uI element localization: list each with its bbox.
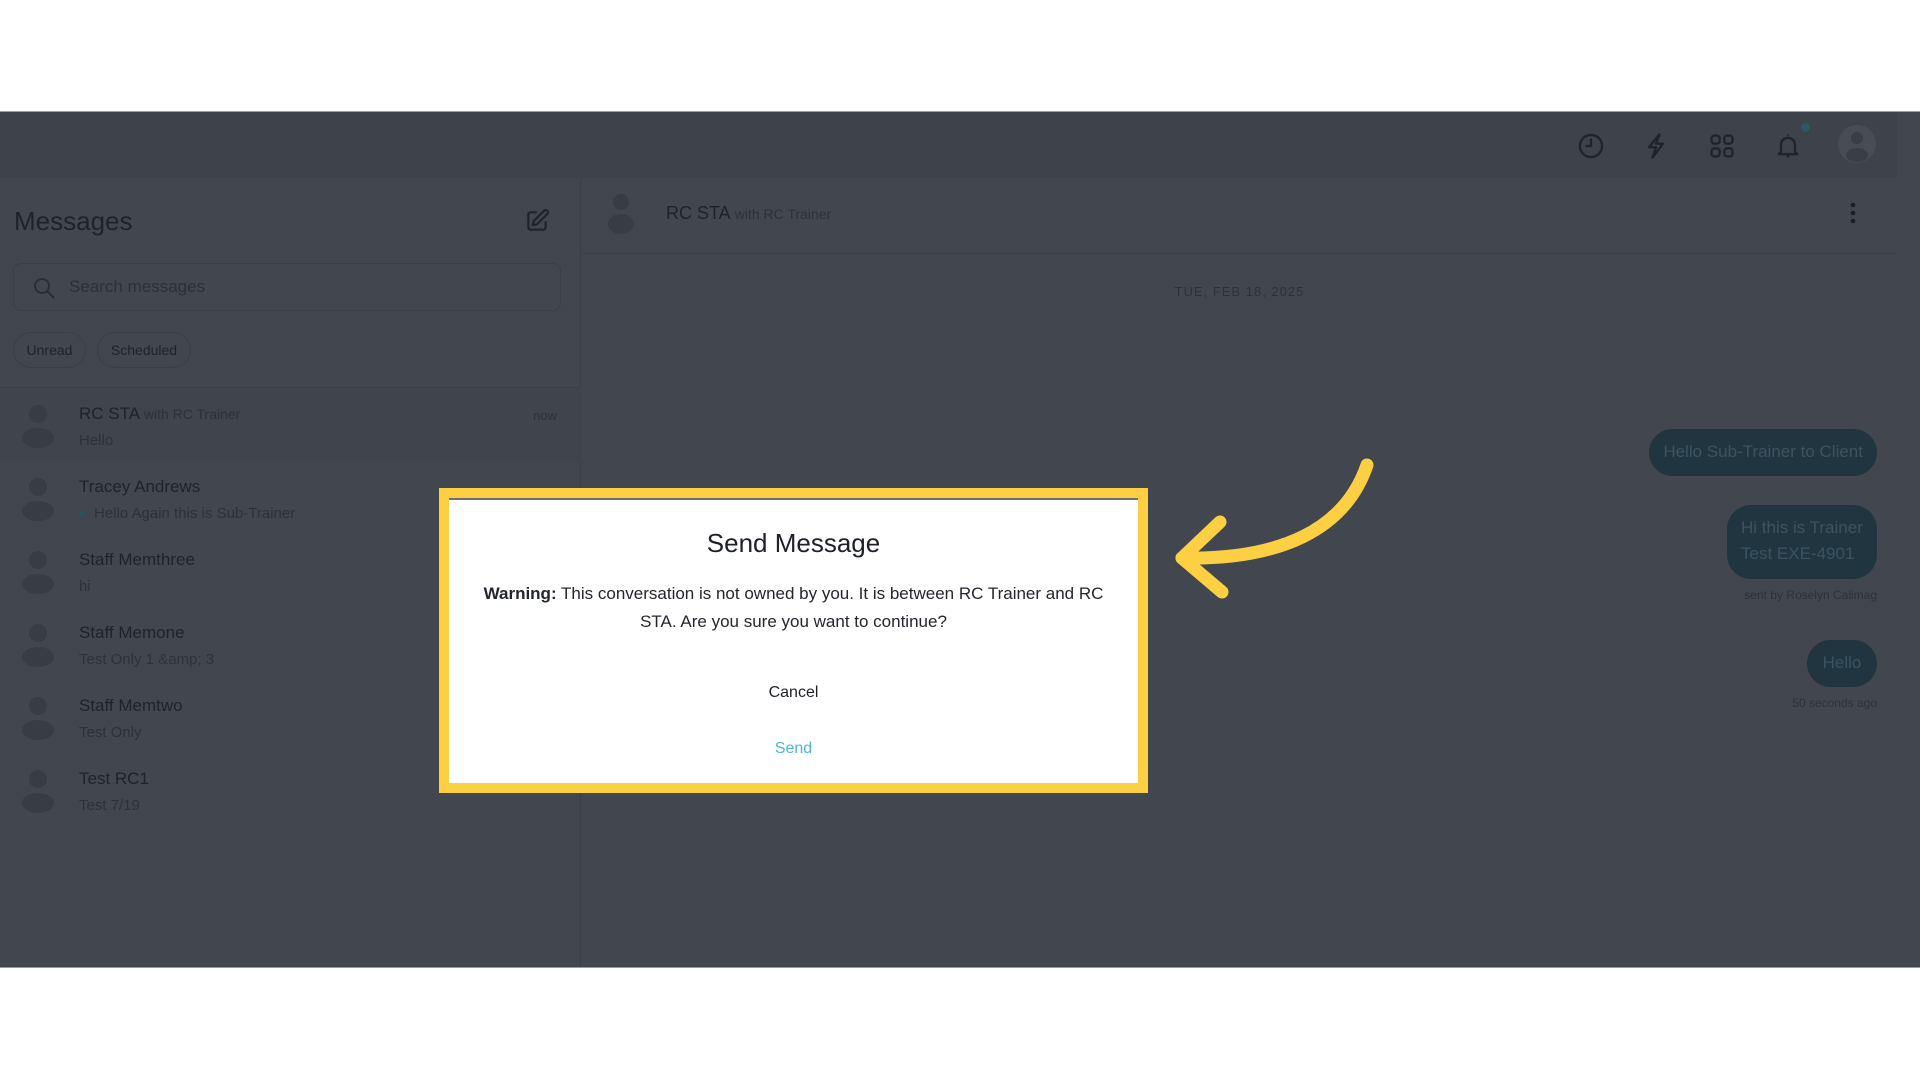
conversation-preview: Hello xyxy=(79,432,114,449)
conversation-name: Test RC1 xyxy=(79,769,149,788)
compose-icon[interactable] xyxy=(524,208,550,234)
arrow-shaft xyxy=(1175,458,1374,565)
conversation-preview: hi xyxy=(79,578,91,595)
conversation-name: Staff Memthree xyxy=(79,550,195,569)
conversation-preview: Test 7/19 xyxy=(79,797,140,814)
message-bubble: Hello Sub-Trainer to Client xyxy=(1649,429,1877,476)
chat-title: RC STA with RC Trainer xyxy=(666,203,832,223)
date-separator: TUE, FEB 18, 2025 xyxy=(1174,284,1305,299)
conversation-item[interactable]: RC STA with RC Trainer Hello now xyxy=(0,388,581,461)
message-bubble: Hello xyxy=(1807,640,1877,687)
notification-badge xyxy=(1801,123,1810,132)
dialog-top-border xyxy=(449,498,1138,500)
avatar-icon xyxy=(18,475,58,521)
avatar-icon xyxy=(18,621,58,667)
message-bubble: Hi this is Trainer Test EXE-4901 xyxy=(1727,505,1877,579)
apps-grid-icon[interactable] xyxy=(1708,132,1736,160)
user-avatar-icon[interactable] xyxy=(1838,125,1876,163)
conversation-preview: Test Only xyxy=(79,724,142,741)
conversation-name: Staff Memtwo xyxy=(79,696,183,715)
conversation-time: now xyxy=(533,408,557,423)
filter-chip-scheduled[interactable]: Scheduled xyxy=(97,332,191,368)
avatar-icon xyxy=(18,767,58,813)
avatar-icon xyxy=(18,402,58,448)
conversation-preview: Test Only 1 &amp; 3 xyxy=(79,651,215,668)
avatar-icon xyxy=(18,548,58,594)
dialog-title: Send Message xyxy=(706,528,881,558)
conversation-name: Tracey Andrews xyxy=(79,477,201,496)
conversation-name: RC STA with RC Trainer xyxy=(79,404,241,423)
conversation-name: Staff Memone xyxy=(79,623,185,642)
notification-bell-icon[interactable] xyxy=(1774,132,1802,160)
send-button[interactable]: Send xyxy=(449,740,1138,758)
filter-chip-unread[interactable]: Unread xyxy=(13,332,86,368)
messages-title: Messages xyxy=(14,206,133,236)
search-icon xyxy=(32,276,56,300)
avatar-icon xyxy=(606,192,636,234)
lightning-bolt-icon[interactable] xyxy=(1642,132,1670,160)
history-clock-icon[interactable] xyxy=(1577,132,1605,160)
top-bar xyxy=(0,112,1897,178)
unread-dot xyxy=(79,511,85,518)
message-timestamp: 50 seconds ago xyxy=(1792,696,1877,710)
conversation-preview: Hello Again this is Sub-Trainer xyxy=(79,505,295,522)
more-options-icon[interactable] xyxy=(1846,201,1860,227)
dialog-warning: Warning: This conversation is not owned … xyxy=(483,584,1104,631)
send-message-dialog: Send Message Warning: This conversation … xyxy=(439,488,1148,793)
cancel-button[interactable]: Cancel xyxy=(449,684,1138,702)
message-sender: sent by Roselyn Calimag xyxy=(1744,588,1877,602)
chat-header: RC STA with RC Trainer xyxy=(582,178,1897,254)
annotation-arrow-icon xyxy=(1175,458,1374,599)
search-box xyxy=(13,263,561,311)
search-input[interactable] xyxy=(69,264,549,310)
avatar-icon xyxy=(18,694,58,740)
